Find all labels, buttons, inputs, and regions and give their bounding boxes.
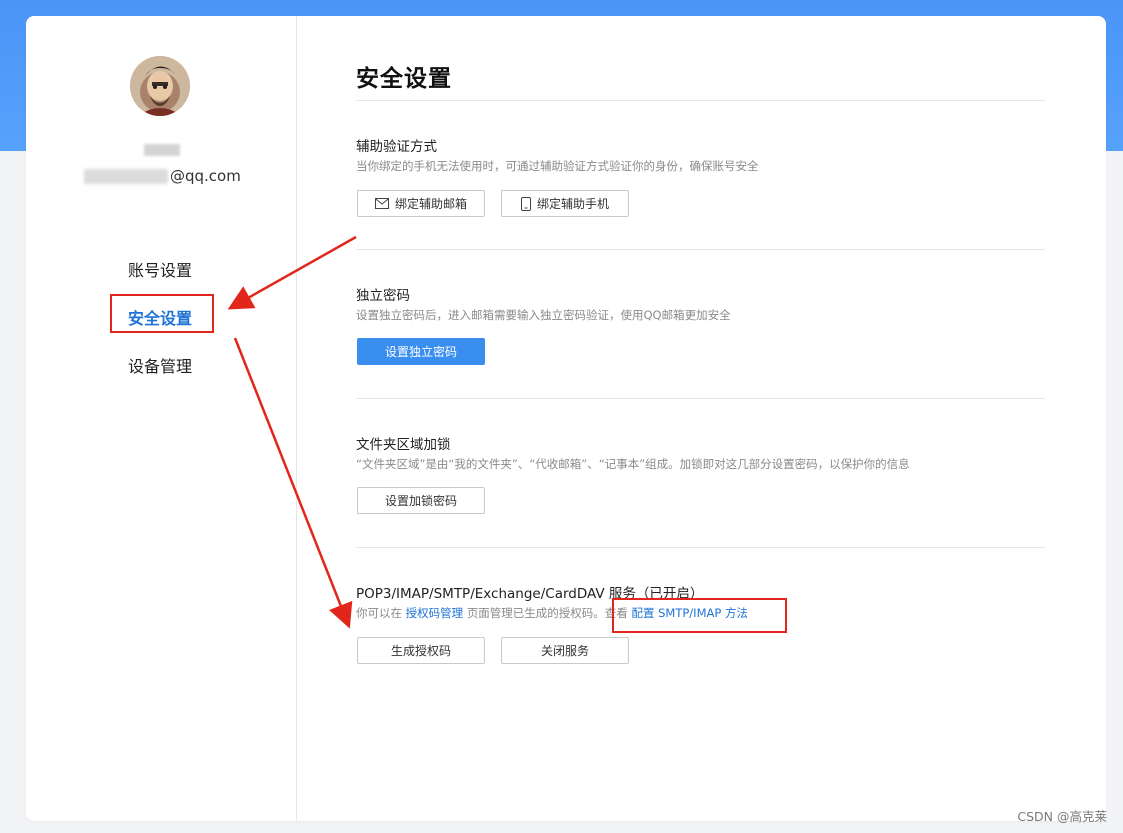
- avatar-image: [130, 56, 190, 116]
- set-independent-password-button[interactable]: 设置独立密码: [357, 338, 485, 365]
- mail-icon: [374, 198, 389, 209]
- desc-middle: 页面管理已生成的授权码。查看: [466, 606, 628, 620]
- divider: [356, 249, 1045, 250]
- bind-auxiliary-phone-button[interactable]: 绑定辅助手机: [501, 190, 629, 217]
- watermark: CSDN @高克莱: [1017, 809, 1107, 824]
- avatar[interactable]: [130, 56, 190, 116]
- auth-code-management-link[interactable]: 授权码管理: [406, 606, 464, 620]
- sidebar: @qq.com 账号设置 安全设置 设备管理: [26, 16, 297, 821]
- email-suffix: @qq.com: [170, 167, 241, 185]
- divider: [356, 547, 1045, 548]
- section-title-folder-lock: 文件夹区域加锁: [356, 437, 451, 453]
- section-desc-folder-lock: “文件夹区域”是由“我的文件夹”、“代收邮箱”、“记事本”组成。加锁即对这几部分…: [356, 457, 910, 471]
- section-title-auxiliary-verification: 辅助验证方式: [356, 139, 437, 155]
- section-title-independent-password: 独立密码: [356, 288, 410, 304]
- section-desc-auxiliary-verification: 当你绑定的手机无法使用时，可通过辅助验证方式验证你的身份，确保账号安全: [356, 159, 759, 173]
- annotation-box-security: [110, 294, 214, 333]
- divider: [356, 100, 1045, 101]
- close-service-button[interactable]: 关闭服务: [501, 637, 629, 664]
- section-desc-independent-password: 设置独立密码后，进入邮箱需要输入独立密码验证，使用QQ邮箱更加安全: [356, 308, 731, 322]
- divider: [356, 398, 1045, 399]
- desc-prefix: 你可以在: [356, 606, 402, 620]
- generate-auth-code-button[interactable]: 生成授权码: [357, 637, 485, 664]
- email-redacted: [84, 169, 168, 184]
- sidebar-item-account-settings[interactable]: 账号设置: [128, 257, 192, 281]
- phone-icon: [520, 196, 531, 211]
- bind-auxiliary-email-label: 绑定辅助邮箱: [394, 197, 467, 211]
- bind-auxiliary-email-button[interactable]: 绑定辅助邮箱: [357, 190, 485, 217]
- set-lock-password-button[interactable]: 设置加锁密码: [357, 487, 485, 514]
- page-title: 安全设置: [356, 66, 452, 92]
- username-redacted: [144, 144, 180, 156]
- settings-card: @qq.com 账号设置 安全设置 设备管理 安全设置 辅助验证方式 当你绑定的…: [26, 16, 1106, 821]
- sidebar-item-device-management[interactable]: 设备管理: [128, 353, 192, 377]
- annotation-box-smtp-link: [612, 598, 787, 633]
- bind-auxiliary-phone-label: 绑定辅助手机: [536, 197, 609, 211]
